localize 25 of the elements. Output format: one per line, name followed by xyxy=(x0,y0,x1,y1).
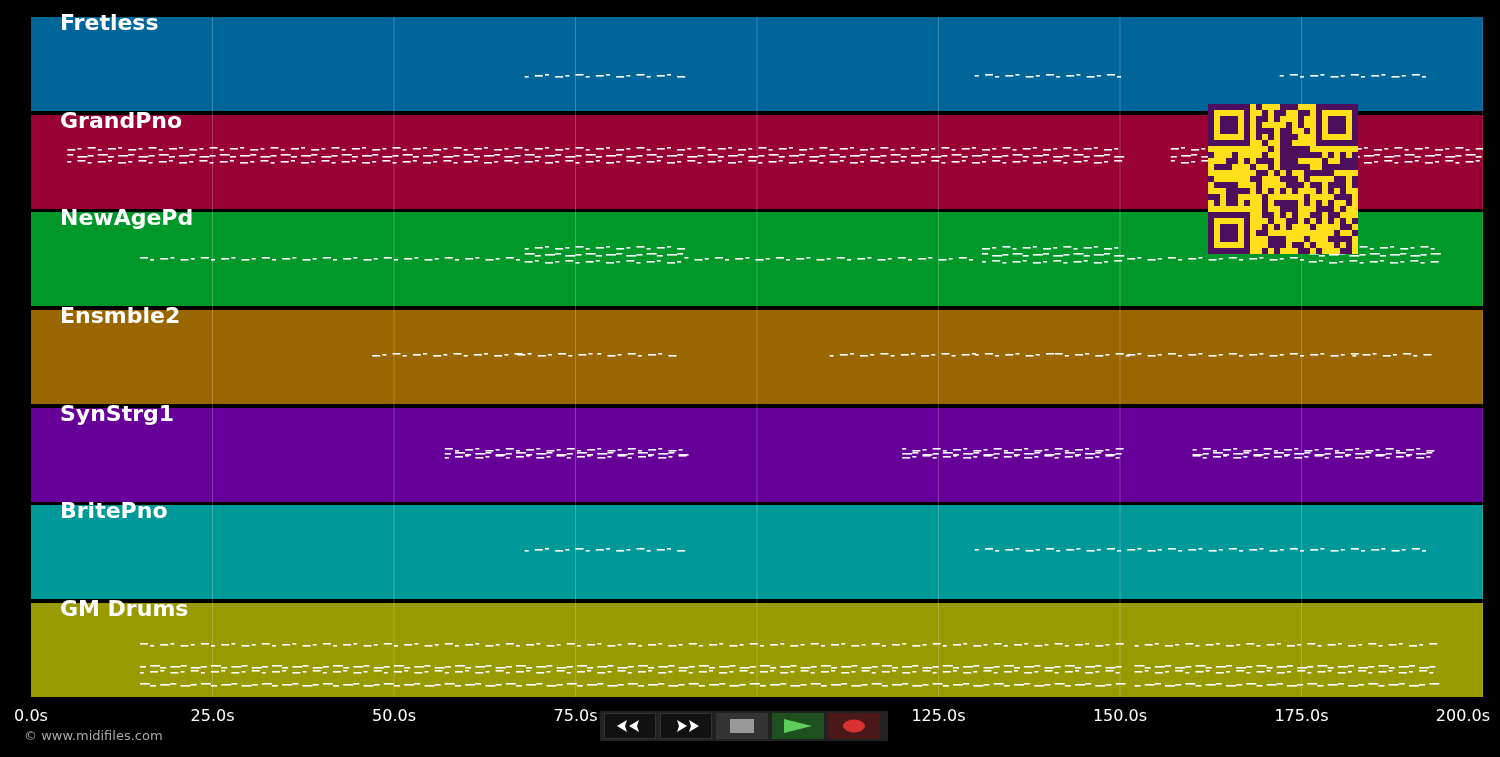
stop-icon xyxy=(730,719,754,733)
time-tick-label: 25.0s xyxy=(190,705,235,727)
time-tick-label: 150.0s xyxy=(1092,705,1148,727)
copyright-text: © www.midifiles.com xyxy=(24,728,163,743)
record-icon xyxy=(842,719,866,733)
track-name: BritePno xyxy=(60,498,168,525)
track-name: Ensmble2 xyxy=(60,303,181,330)
stop-button[interactable] xyxy=(716,713,768,739)
fast-forward-button[interactable] xyxy=(660,713,712,739)
track-name: GM Drums xyxy=(60,596,189,623)
record-button[interactable] xyxy=(828,713,880,739)
time-tick-label: 75.0s xyxy=(553,705,598,727)
time-tick-label: 0.0s xyxy=(14,705,48,727)
track-name: GrandPno xyxy=(60,107,183,134)
play-icon xyxy=(783,718,813,734)
track-name: Fretless xyxy=(60,10,159,36)
play-button[interactable] xyxy=(772,713,824,739)
track-name: NewAgePd xyxy=(60,205,194,232)
time-tick-label: 50.0s xyxy=(372,705,416,727)
time-tick-label: 125.0s xyxy=(911,705,966,727)
time-tick-label: 175.0s xyxy=(1274,705,1329,727)
time-tick-label: 200.0s xyxy=(1435,705,1490,727)
track-name: SynStrg1 xyxy=(60,400,175,427)
rewind-button[interactable] xyxy=(604,713,656,739)
qr-code-icon xyxy=(1208,104,1358,254)
